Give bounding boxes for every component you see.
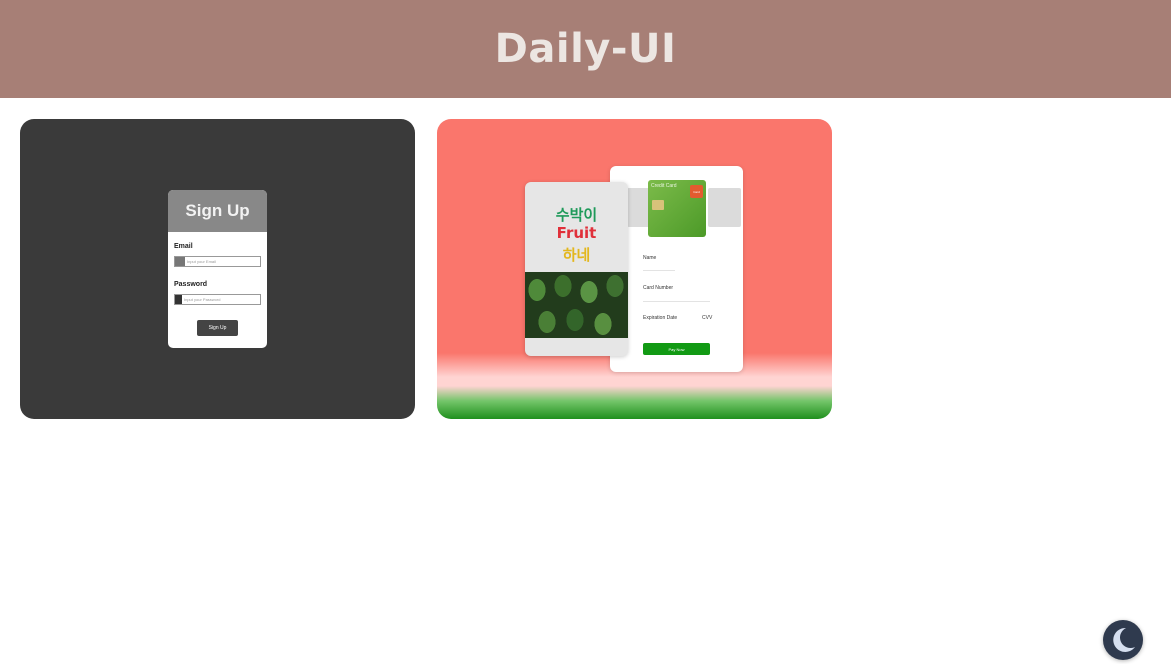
theme-toggle-button[interactable] — [1103, 620, 1143, 660]
fruit-text-korean-2: 하네 — [562, 246, 591, 264]
card-number-underline — [643, 301, 710, 302]
email-icon — [175, 257, 185, 266]
password-placeholder: Input your Password — [184, 297, 221, 302]
card-thumbnail-right — [708, 188, 741, 227]
moon-icon — [1113, 627, 1135, 652]
credit-card-preview: Credit Card Card — [648, 180, 706, 237]
card-chip-icon — [652, 200, 664, 210]
card-number-label: Card Number — [643, 285, 674, 291]
password-field-preview: Input your Password — [174, 294, 261, 305]
signup-button-preview: Sign Up — [197, 320, 238, 336]
credit-card-title: Credit Card — [651, 183, 677, 189]
site-title: Daily-UI — [494, 26, 677, 72]
name-underline — [643, 270, 675, 271]
email-label: Email — [174, 243, 193, 250]
expiration-label: Expiration Date — [643, 315, 678, 321]
fruit-card-preview: 수박이 Fruit 하네 — [525, 182, 628, 356]
signup-title: Sign Up — [168, 190, 267, 232]
project-card-payment[interactable]: Credit Card Card 수박이 Fruit 하네 Name Card … — [437, 119, 832, 419]
name-label: Name — [643, 255, 657, 261]
email-placeholder: Input your Email — [187, 259, 216, 264]
pay-now-button-preview: Pay Now — [643, 343, 710, 355]
cvv-label: CVV — [702, 315, 713, 321]
watermelon-photo — [525, 272, 628, 338]
site-header: Daily-UI — [0, 0, 1171, 98]
email-field-preview: Input your Email — [174, 256, 261, 267]
card-logo-icon: Card — [690, 185, 703, 198]
lock-icon — [175, 295, 182, 304]
project-card-signup[interactable]: Sign Up Email Input your Email Password … — [20, 119, 415, 419]
signup-form-preview: Sign Up Email Input your Email Password … — [168, 190, 267, 348]
password-label: Password — [174, 281, 208, 288]
fruit-text-korean-1: 수박이 — [555, 206, 598, 224]
fruit-text-fruit: Fruit — [556, 224, 597, 242]
